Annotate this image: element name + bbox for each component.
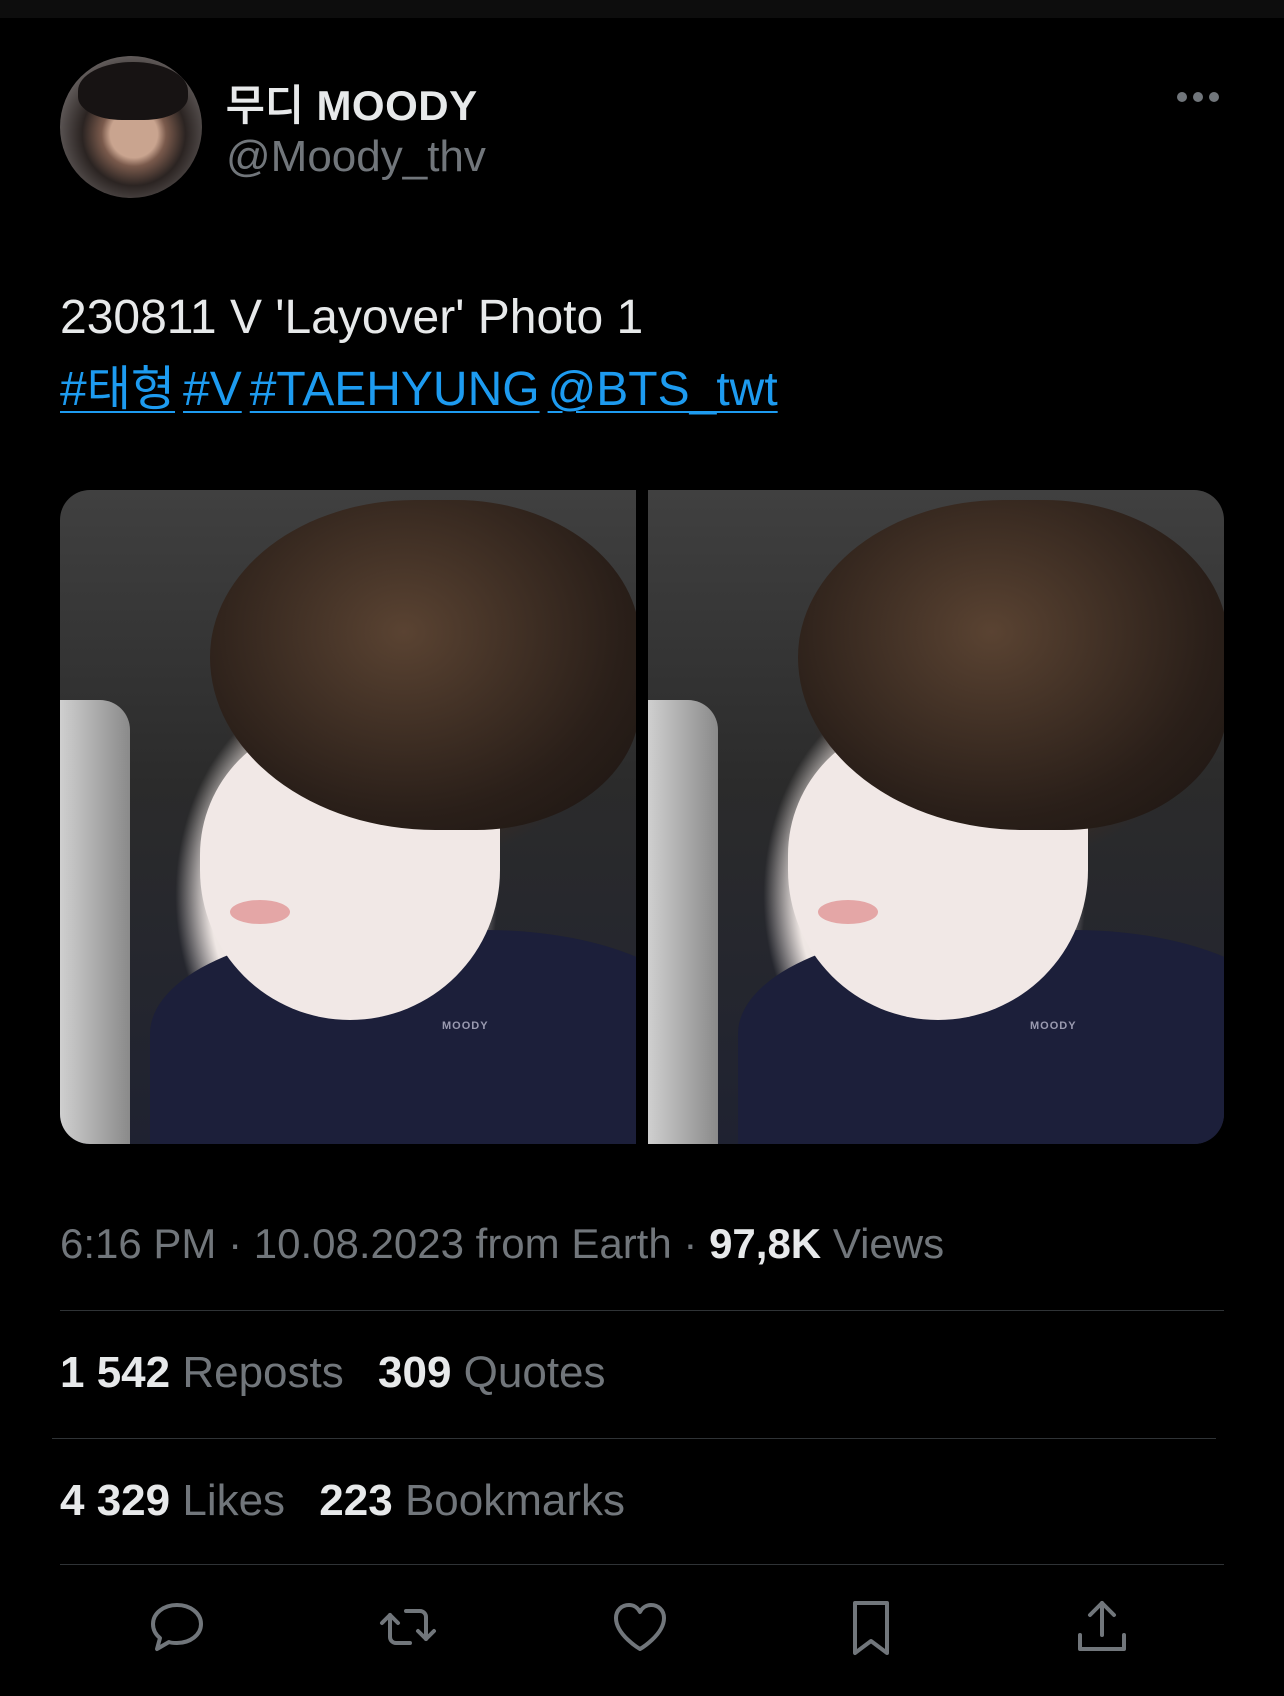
reposts-stat[interactable]: 1 542 Reposts: [60, 1348, 344, 1397]
avatar-hair: [78, 62, 188, 120]
views-count: 97,8K: [709, 1220, 822, 1267]
bookmarks-label: Bookmarks: [404, 1476, 626, 1525]
quotes-stat[interactable]: 309 Quotes: [378, 1348, 606, 1397]
meta-separator: ·: [228, 1220, 243, 1267]
bookmark-icon[interactable]: [839, 1595, 903, 1659]
reply-icon[interactable]: [145, 1595, 209, 1659]
tweet-text: 230811 V 'Layover' Photo 1 #태형 #V #TAEHYUN…: [60, 282, 786, 426]
repost-icon[interactable]: [376, 1595, 440, 1659]
bookmarks-count: 223: [319, 1476, 393, 1525]
share-icon[interactable]: [1070, 1595, 1134, 1659]
likes-stat[interactable]: 4 329 Likes: [60, 1476, 285, 1525]
photo-2[interactable]: MOODY: [648, 490, 1224, 1144]
hashtag-taehyung[interactable]: #TAEHYUNG: [250, 363, 540, 416]
status-bar-strip: [0, 0, 1284, 18]
stats-row-2: 4 329 Likes 223 Bookmarks: [60, 1476, 647, 1526]
photo-cushion: [60, 700, 130, 1144]
hashtag-v[interactable]: #V: [183, 363, 242, 416]
likes-count: 4 329: [60, 1476, 171, 1525]
reposts-count: 1 542: [60, 1348, 171, 1397]
photo-1[interactable]: MOODY: [60, 490, 636, 1144]
photo-lips: [230, 900, 290, 924]
more-horizontal-icon[interactable]: [1176, 87, 1220, 107]
quotes-label: Quotes: [463, 1348, 606, 1397]
photo-watermark: MOODY: [1030, 1020, 1077, 1032]
divider: [52, 1438, 1216, 1439]
tweet-text-line: 230811 V 'Layover' Photo 1: [60, 291, 644, 344]
meta-separator: ·: [683, 1220, 698, 1267]
tweet-links: #태형 #V #TAEHYUNG @BTS_twt: [60, 354, 786, 426]
bookmarks-stat[interactable]: 223 Bookmarks: [319, 1476, 625, 1525]
photo-cushion: [648, 700, 718, 1144]
mention-bts[interactable]: @BTS_twt: [548, 363, 778, 416]
display-name[interactable]: 무디 MOODY: [226, 72, 478, 133]
heart-icon[interactable]: [608, 1595, 672, 1659]
views-label: Views: [832, 1220, 945, 1267]
tweet-date[interactable]: 10.08.2023: [254, 1220, 464, 1267]
photo-lips: [818, 900, 878, 924]
divider: [60, 1564, 1224, 1565]
stats-row-1: 1 542 Reposts 309 Quotes: [60, 1348, 628, 1398]
reposts-label: Reposts: [182, 1348, 344, 1397]
photo-watermark: MOODY: [442, 1020, 489, 1032]
likes-label: Likes: [182, 1476, 286, 1525]
avatar[interactable]: [60, 56, 202, 198]
tweet-meta: 6:16 PM · 10.08.2023 from Earth · 97,8K …: [60, 1220, 944, 1268]
tweet-time[interactable]: 6:16 PM: [60, 1220, 216, 1267]
divider: [60, 1310, 1224, 1311]
quotes-count: 309: [378, 1348, 452, 1397]
media-grid: MOODY MOODY: [60, 490, 1224, 1144]
hashtag-taehyung-ko[interactable]: #태형: [60, 363, 175, 416]
action-bar: [60, 1595, 1224, 1665]
tweet-source: from Earth: [475, 1220, 672, 1267]
user-handle[interactable]: @Moody_thv: [226, 132, 486, 182]
